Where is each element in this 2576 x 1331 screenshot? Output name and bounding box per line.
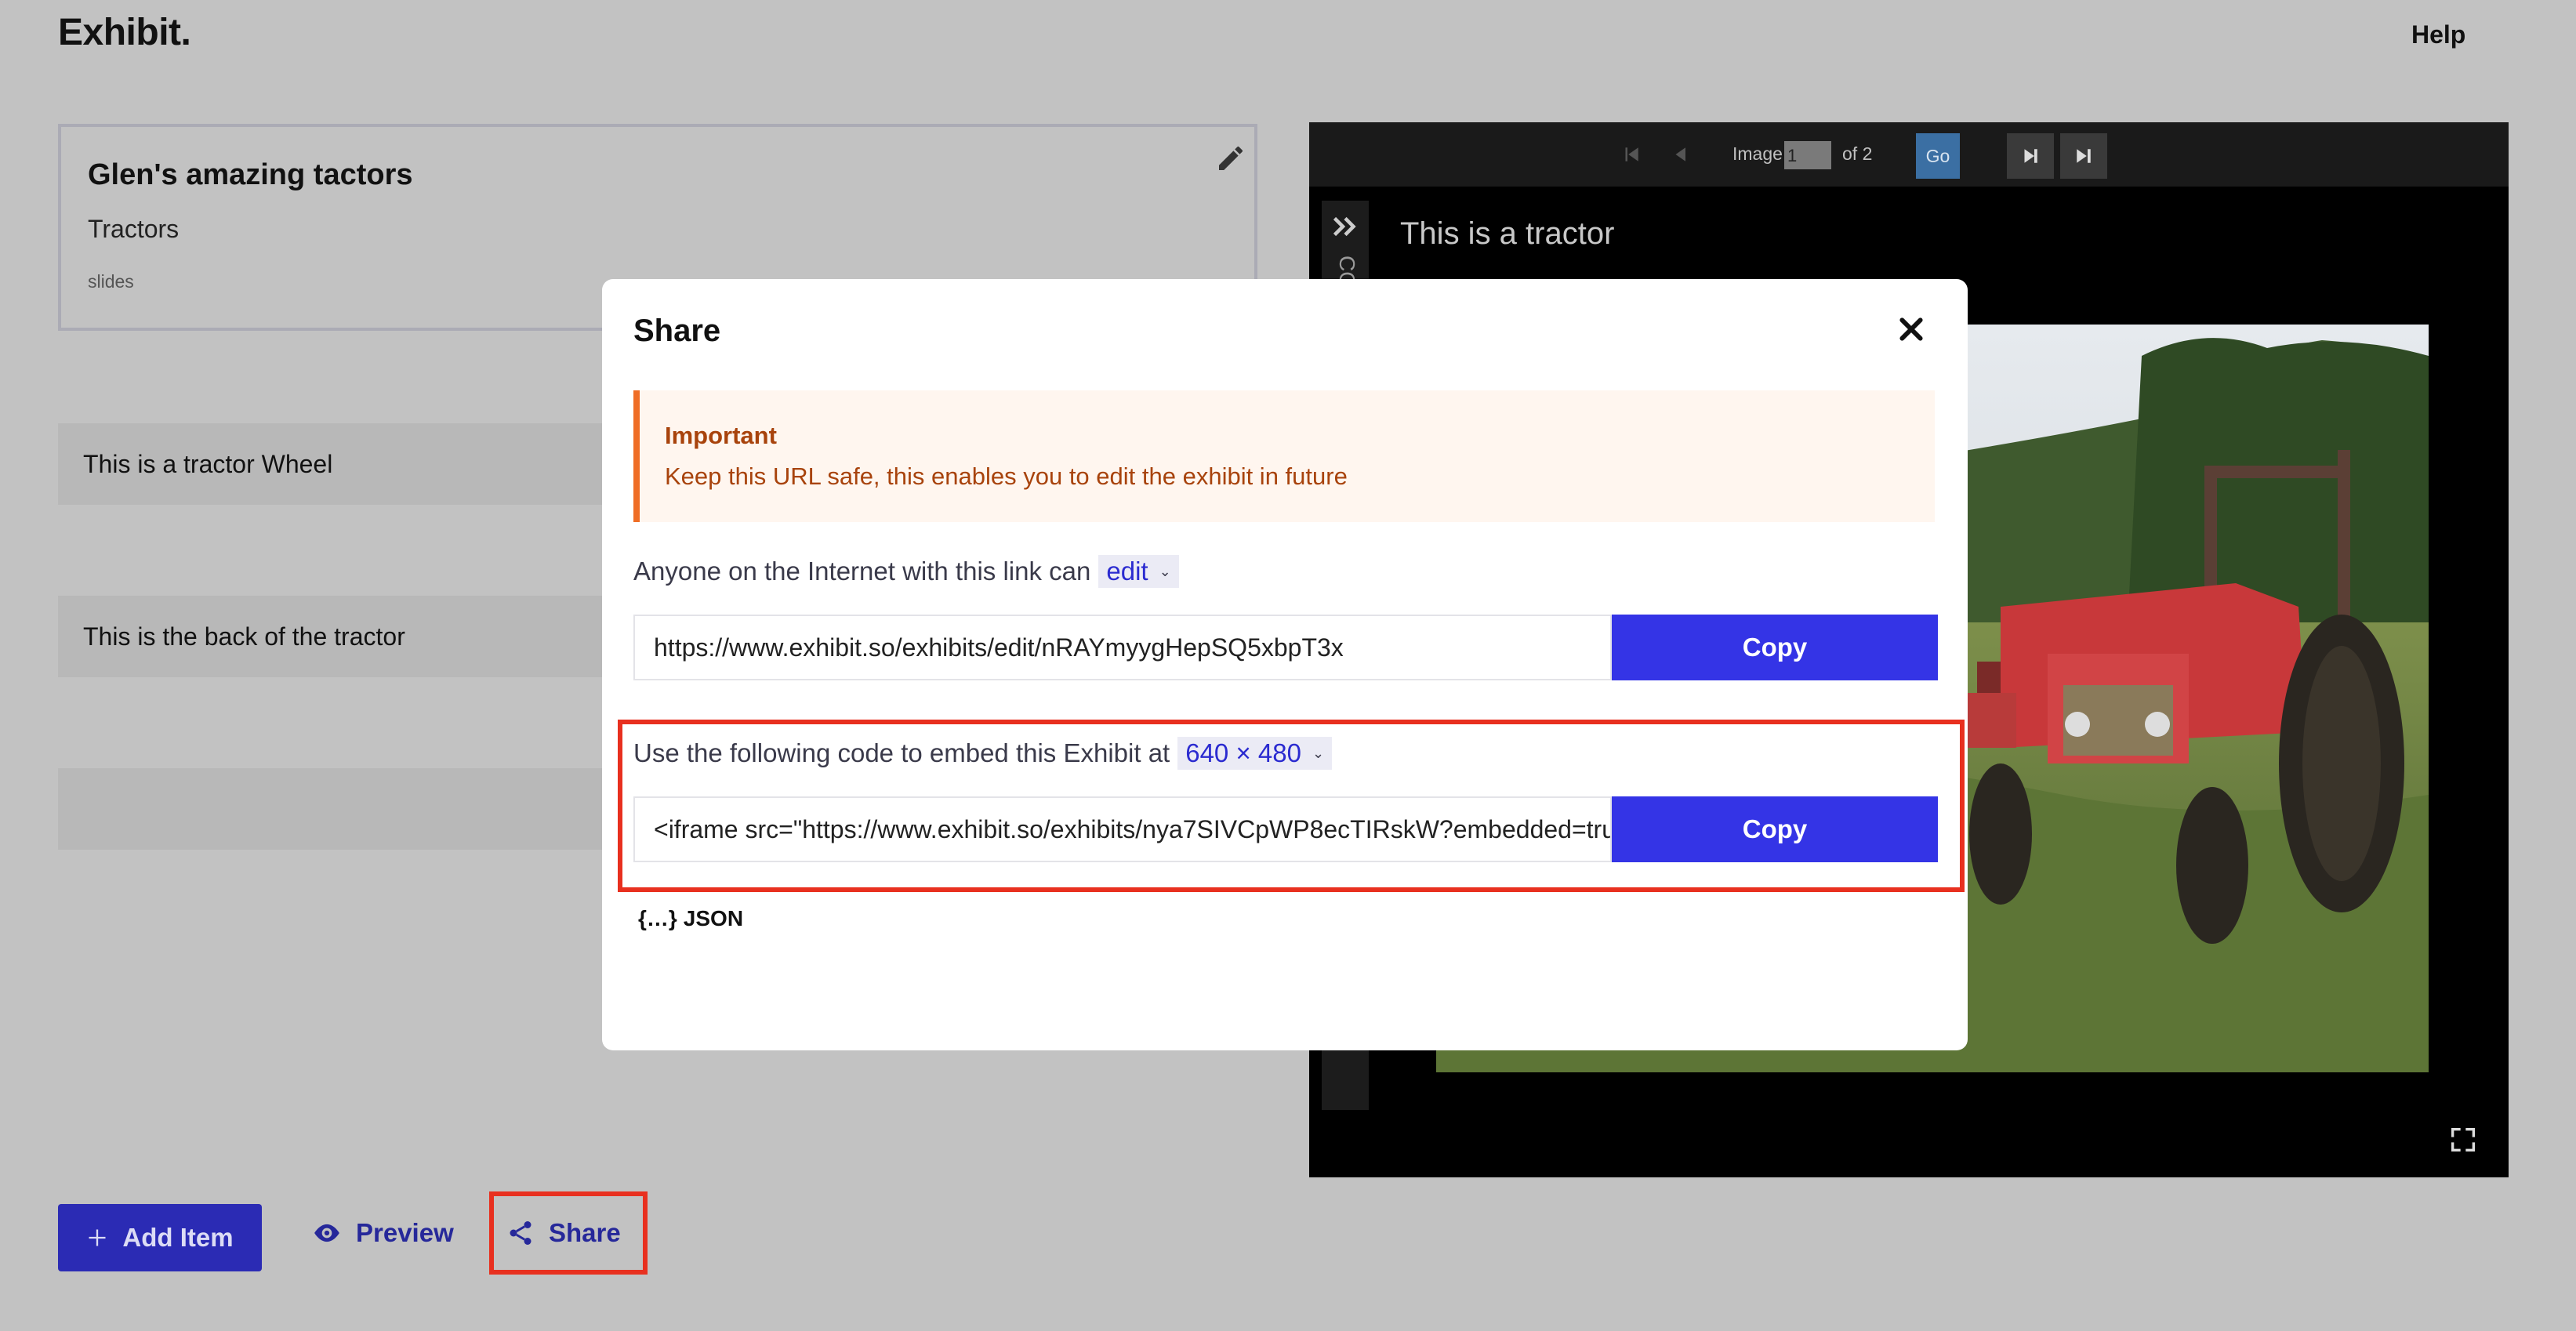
exhibit-subtitle: Tractors xyxy=(88,215,180,243)
add-item-button[interactable]: Add Item xyxy=(58,1204,262,1271)
page-input-value: 1 xyxy=(1787,146,1798,165)
json-link[interactable]: {…} JSON xyxy=(638,906,743,931)
item-label: This is the back of the tractor xyxy=(83,622,405,651)
next-button[interactable] xyxy=(2007,133,2054,179)
edit-url-field[interactable]: https://www.exhibit.so/exhibits/edit/nRA… xyxy=(633,615,1612,680)
important-alert: Important Keep this URL safe, this enabl… xyxy=(633,390,1935,522)
alert-text: Keep this URL safe, this enables you to … xyxy=(665,462,1348,490)
json-label: JSON xyxy=(683,906,744,930)
eye-icon xyxy=(314,1224,339,1242)
modal-title: Share xyxy=(633,314,721,348)
exhibit-title: Glen's amazing tactors xyxy=(88,158,413,191)
add-item-label: Add Item xyxy=(122,1223,234,1252)
copy-url-button[interactable]: Copy xyxy=(1612,615,1938,680)
first-page-icon[interactable] xyxy=(1620,143,1643,166)
embed-size-value: 640 × 480 xyxy=(1185,738,1301,767)
chevron-double-right-icon xyxy=(1333,216,1356,237)
preview-button[interactable]: Preview xyxy=(312,1218,454,1248)
share-label: Share xyxy=(549,1218,621,1247)
permission-select[interactable]: edit ⌄ xyxy=(1098,555,1179,588)
item-label: This is a tractor Wheel xyxy=(83,449,333,478)
embed-size-select[interactable]: 640 × 480 ⌄ xyxy=(1177,737,1333,770)
chevron-down-icon: ⌄ xyxy=(1312,745,1325,761)
close-icon[interactable] xyxy=(1896,314,1927,345)
go-button[interactable]: Go xyxy=(1916,133,1960,179)
alert-title: Important xyxy=(665,422,777,449)
embed-line: Use the following code to embed this Exh… xyxy=(633,737,1333,770)
viewer-toolbar: Image 1 of 2 Go xyxy=(1309,122,2509,187)
image-label: Image xyxy=(1732,143,1783,164)
permission-text: Anyone on the Internet with this link ca… xyxy=(633,557,1091,586)
pencil-icon[interactable] xyxy=(1215,143,1246,174)
plus-icon xyxy=(89,1229,106,1246)
next-icon xyxy=(2024,149,2037,163)
page-total: of 2 xyxy=(1842,143,1873,164)
share-button[interactable]: Share xyxy=(506,1218,621,1248)
copy-embed-button[interactable]: Copy xyxy=(1612,796,1938,862)
app-logo[interactable]: Exhibit. xyxy=(58,11,191,54)
embed-code-field[interactable]: <iframe src="https://www.exhibit.so/exhi… xyxy=(633,796,1612,862)
fullscreen-icon[interactable] xyxy=(2447,1124,2479,1155)
last-page-button[interactable] xyxy=(2060,133,2107,179)
share-icon xyxy=(510,1221,532,1245)
slide-caption: This is a tractor xyxy=(1400,216,1615,251)
preview-label: Preview xyxy=(356,1218,454,1247)
embed-text: Use the following code to embed this Exh… xyxy=(633,738,1170,767)
page-input[interactable]: 1 xyxy=(1784,141,1831,169)
chevron-down-icon: ⌄ xyxy=(1159,563,1171,579)
share-modal: Share Important Keep this URL safe, this… xyxy=(602,279,1968,1050)
previous-icon[interactable] xyxy=(1670,143,1693,166)
permission-value: edit xyxy=(1106,557,1148,586)
permission-line: Anyone on the Internet with this link ca… xyxy=(633,555,1179,588)
help-link[interactable]: Help xyxy=(2411,20,2465,49)
last-page-icon xyxy=(2077,149,2091,163)
exhibit-tag: slides xyxy=(88,271,134,292)
json-icon: {…} xyxy=(638,906,677,930)
